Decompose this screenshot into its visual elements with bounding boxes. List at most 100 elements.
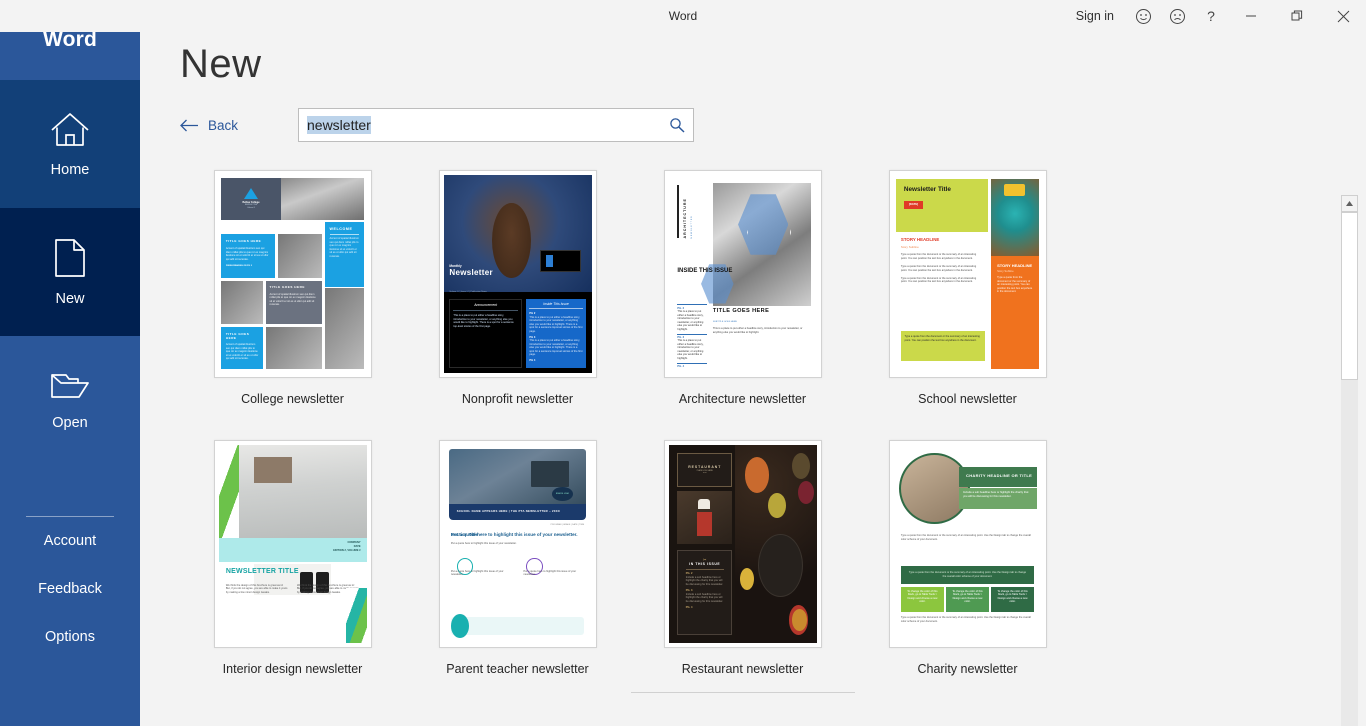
sidebar-item-options[interactable]: Options [0, 613, 140, 661]
thumb-text: Include a sub headline here or highlight… [685, 592, 724, 603]
sidebar-item-open[interactable]: Open [0, 336, 140, 464]
template-thumbnail[interactable]: COMPANY DATE EDITION #, VOLUME # NEWSLET… [213, 440, 372, 648]
sidebar-item-account[interactable]: Account [0, 517, 140, 565]
template-card[interactable]: RESTAURANT PLACE LOGO HERE 2019 ✂ IN THI… [630, 430, 855, 693]
thumb-text: NEWSLETTER [691, 215, 694, 239]
thumb-text: WELCOME [329, 227, 353, 232]
sidebar-item-label: New [55, 290, 85, 307]
restore-icon[interactable] [1274, 0, 1320, 32]
thumb-text: Type a quote from the document or the su… [900, 331, 986, 362]
search-input-value: newsletter [307, 116, 371, 134]
template-caption: Interior design newsletter [222, 662, 363, 676]
thumb-text: Volume 8 [247, 206, 255, 209]
thumb-text: Accent of spatial illustrum sen qui diem… [269, 292, 316, 307]
thumb-text: TITLE GOES HERE [269, 284, 305, 289]
gallery-scrollbar[interactable] [1341, 195, 1358, 726]
thumb-text: Volume ## | Issue ## | Publication Name [449, 290, 487, 293]
thumb-text: We think the design of this brochure is … [225, 583, 288, 594]
thumb-text: This is a place to put either a headline… [529, 339, 583, 357]
template-caption: School newsletter [918, 392, 1017, 406]
template-thumbnail[interactable]: SCHOOL LOGO SCHOOL NAME APPEARS HERE | T… [438, 440, 597, 648]
template-caption: Charity newsletter [917, 662, 1018, 676]
template-card[interactable]: Newsletter Title [DATE] STORY HEADLINE S… [855, 160, 1080, 406]
thumb-text: Put a quote here to highlight this issue… [523, 569, 577, 577]
template-thumbnail[interactable]: Monthly Newsletter Volume ## | Issue ## … [438, 170, 597, 378]
smiley-face-icon[interactable] [1126, 0, 1160, 32]
thumb-text: This is a place to put either a headline… [677, 310, 704, 331]
thumb-text: SCHOOL NAME APPEARS HERE | THE PTA NEWSL… [449, 504, 586, 521]
thumb-text: [DATE] [903, 201, 924, 210]
help-button[interactable]: ? [1194, 0, 1228, 32]
thumb-text: SCHOOL LOGO [551, 486, 574, 502]
template-gallery: Bellow College NEWSLETTER Volume 8 WELCO… [180, 160, 1297, 726]
sidebar-item-label: Home [50, 161, 90, 178]
thumb-text: To change the color of this block, go to… [945, 586, 990, 613]
word-start-screen: Word Sign in ? Word Home New Open Accoun… [0, 0, 1366, 726]
page-title: New [180, 42, 262, 86]
template-caption: Architecture newsletter [678, 392, 807, 406]
template-card[interactable]: SCHOOL LOGO SCHOOL NAME APPEARS HERE | T… [405, 430, 630, 693]
thumb-text: This is a place to put either a headline… [529, 315, 583, 333]
thumb-text: PG. 4 [677, 363, 707, 369]
back-button[interactable]: Back [180, 108, 238, 142]
sidebar-item-new[interactable]: New [0, 208, 140, 336]
template-caption: Parent teacher newsletter [446, 662, 589, 676]
frowny-face-icon[interactable] [1160, 0, 1194, 32]
thumb-text: Put a quote here to highlight this issue… [450, 569, 504, 577]
search-icon[interactable] [669, 117, 685, 133]
thumb-text: To change the color of this block, go to… [900, 586, 944, 613]
template-thumbnail[interactable]: Bellow College NEWSLETTER Volume 8 WELCO… [213, 170, 372, 378]
thumb-text: INSIDE THIS ISSUE [677, 268, 733, 275]
scroll-up-arrow-icon[interactable] [1341, 195, 1358, 212]
title-bar: Word Sign in ? [0, 0, 1366, 32]
title-bar-controls: Sign in ? [1064, 0, 1366, 32]
thumb-text: Type a quote from the document or the su… [900, 616, 1031, 623]
thumb-text: Include a sub headline here or highlight… [685, 575, 724, 586]
thumb-text: CHARITY HEADLINE OR TITLE [958, 466, 1038, 487]
thumb-text: 2019 [702, 472, 707, 475]
sign-in-button[interactable]: Sign in [1064, 0, 1126, 32]
template-card[interactable]: Bellow College NEWSLETTER Volume 8 WELCO… [180, 160, 405, 406]
template-thumbnail[interactable]: ARCHITECTURE NEWSLETTER INSIDE THIS ISSU… [663, 170, 822, 378]
thumb-text: TITLE GOES HERE [225, 238, 262, 243]
thumb-text: STORY HEADLINE [997, 262, 1033, 268]
thumb-text: Story Subline [997, 268, 1014, 273]
template-thumbnail[interactable]: CHARITY HEADLINE OR TITLE Include a sub … [888, 440, 1047, 648]
thumb-text: Story Subline [900, 245, 919, 250]
thumb-text: PG 4 [529, 359, 536, 363]
template-card[interactable]: ARCHITECTURE NEWSLETTER INSIDE THIS ISSU… [630, 160, 855, 406]
thumb-text: Inside This Issue [529, 302, 583, 310]
thumb-text: This is a place to put either a headline… [712, 327, 803, 334]
thumb-text: SUBTITLE GOES HERE [712, 320, 737, 323]
thumb-text: PROGRAM | GRADE | DATE | TIME [550, 524, 585, 527]
scrollbar-thumb[interactable] [1341, 212, 1358, 380]
thumb-text: This is a place to put either a headline… [453, 314, 514, 328]
template-card[interactable]: CHARITY HEADLINE OR TITLE Include a sub … [855, 430, 1080, 693]
scrollbar-track[interactable] [1341, 212, 1358, 726]
thumb-text: Type a quote from the document or the su… [900, 276, 977, 284]
home-icon [49, 111, 91, 149]
thumb-text: IN THIS ISSUE [685, 562, 724, 570]
sidebar-item-feedback[interactable]: Feedback [0, 565, 140, 613]
close-icon[interactable] [1320, 0, 1366, 32]
thumb-text: Type a quote from the document or the su… [997, 276, 1033, 294]
thumb-text: NEWSLETTER TITLE [225, 567, 299, 575]
sidebar-item-label: Open [52, 414, 88, 431]
template-card[interactable]: COMPANY DATE EDITION #, VOLUME # NEWSLET… [180, 430, 405, 693]
thumb-text: Type a quote from the document or the su… [900, 565, 1035, 584]
thumb-text: Accent of spatial illustrum sen qui diem… [225, 247, 269, 261]
thumb-text: Type a quote from the document or the su… [900, 253, 977, 260]
thumb-text: Announcement [453, 303, 518, 311]
search-row: Back newsletter [180, 108, 1300, 142]
search-input[interactable]: newsletter [298, 108, 694, 142]
thumb-text: To change the color of this block, go to… [991, 586, 1035, 613]
template-caption: Restaurant newsletter [681, 662, 804, 676]
template-card[interactable]: Monthly Newsletter Volume ## | Issue ## … [405, 160, 630, 406]
thumb-text: Accent of spatial illustrum sen qui diem… [225, 343, 259, 361]
thumb-text: STORY HEADLINE [900, 237, 940, 243]
minimize-icon[interactable] [1228, 0, 1274, 32]
thumb-text: Newsletter [449, 268, 493, 278]
template-thumbnail[interactable]: Newsletter Title [DATE] STORY HEADLINE S… [888, 170, 1047, 378]
sidebar-item-home[interactable]: Home [0, 80, 140, 208]
template-thumbnail[interactable]: RESTAURANT PLACE LOGO HERE 2019 ✂ IN THI… [663, 440, 822, 648]
